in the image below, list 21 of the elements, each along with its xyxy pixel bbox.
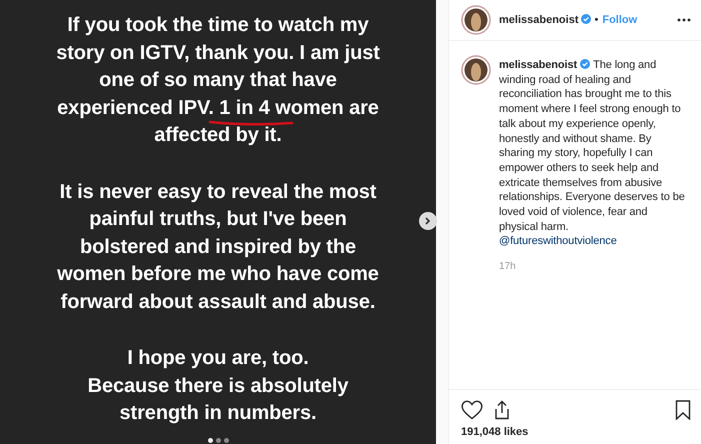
- carousel-dot[interactable]: [208, 438, 212, 443]
- likes-count: 191,048 likes: [461, 426, 530, 438]
- post-text: It is never easy to reveal the most painful truths, but I've been bolstered and inspired by the women before me who have come forward about assault and abuse.: [57, 180, 379, 314]
- carousel-dot[interactable]: [224, 438, 228, 443]
- separator: •: [594, 14, 598, 26]
- username[interactable]: melissabenoist: [499, 14, 578, 26]
- post-text: If you took the time to watch my story on IGTV, thank you. I am just one of so many that have experienced IPV. 1 in 4 women are affected by it.: [56, 13, 380, 148]
- next-button[interactable]: [419, 212, 437, 230]
- avatar[interactable]: [461, 5, 491, 35]
- carousel-dot[interactable]: [216, 438, 220, 443]
- chevron-right-icon: [425, 217, 431, 225]
- heart-icon[interactable]: [461, 400, 483, 420]
- post-text: I hope you are, too. Because there is absolutely strength in numbers.: [88, 346, 348, 426]
- share-icon[interactable]: [493, 400, 511, 420]
- caption-username[interactable]: melissabenoist: [499, 59, 578, 71]
- bookmark-icon[interactable]: [675, 400, 691, 420]
- caption-text: melissabenoist The long and winding road of healing and reconciliation has brought me to this moment where I feel strong enough to talk about my experience openly, honestly and without shame. By sharing my story, hopefully I can empower others to seek help and extricate themselves from abusive relationships. Everyone deserves to be loved void of violence, fear and physical harm. @futureswithoutviolence: [499, 58, 686, 250]
- avatar[interactable]: [461, 55, 491, 85]
- mention-link[interactable]: @futureswithoutviolence: [499, 235, 617, 248]
- more-options-icon[interactable]: [677, 18, 691, 22]
- post-time: 17h: [499, 261, 517, 272]
